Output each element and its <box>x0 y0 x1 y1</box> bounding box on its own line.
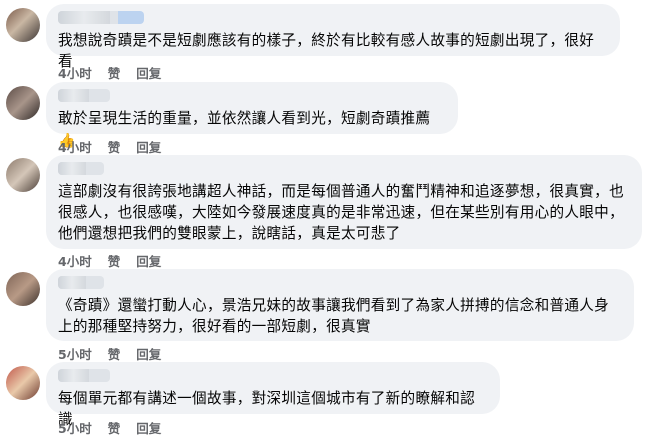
comment-text: 這部劇沒有很誇張地講超人神話，而是每個普通人的奮鬥精神和追逐夢想，很真實，也很感… <box>58 183 624 242</box>
comment-time[interactable]: 4小时 <box>58 63 92 82</box>
like-button[interactable]: 赞 <box>108 344 121 363</box>
reply-button[interactable]: 回复 <box>136 418 161 437</box>
comment-bubble: 每個單元都有講述一個故事，對深圳這個城市有了新的瞭解和認識 <box>46 362 500 428</box>
comment-bubble: 《奇蹟》還蠻打動人心，景浩兄妹的故事讓我們看到了為家人拼搏的信念和普通人身上的那… <box>46 269 634 341</box>
reply-button[interactable]: 回复 <box>136 63 161 82</box>
comment-actions: 5小时 赞 回复 <box>58 418 161 437</box>
like-button[interactable]: 赞 <box>108 137 121 156</box>
like-button[interactable]: 赞 <box>108 63 121 82</box>
reply-button[interactable]: 回复 <box>136 344 161 363</box>
commenter-name-blurred[interactable] <box>58 162 104 175</box>
comment-actions: 4小时 赞 回复 <box>58 251 161 270</box>
commenter-name-blurred[interactable] <box>58 276 104 289</box>
comment-time[interactable]: 4小时 <box>58 251 92 270</box>
comment-bubble: 我想說奇蹟是不是短劇應該有的樣子，終於有比較有感人故事的短劇出現了，很好看 <box>46 4 620 70</box>
comment-time[interactable]: 5小时 <box>58 344 92 363</box>
commenter-name-blurred[interactable] <box>58 369 110 382</box>
comment-text: 《奇蹟》還蠻打動人心，景浩兄妹的故事讓我們看到了為家人拼搏的信念和普通人身上的那… <box>58 297 610 335</box>
comment-actions: 4小时 赞 回复 <box>58 63 161 82</box>
avatar[interactable] <box>6 366 40 400</box>
avatar[interactable] <box>6 158 40 192</box>
comment-time[interactable]: 4小时 <box>58 137 92 156</box>
like-button[interactable]: 赞 <box>108 251 121 270</box>
comment-bubble: 敢於呈現生活的重量，並依然讓人看到光，短劇奇蹟推薦 👍 <box>46 82 458 149</box>
avatar[interactable] <box>6 272 40 306</box>
avatar[interactable] <box>6 86 40 120</box>
reply-button[interactable]: 回复 <box>136 137 161 156</box>
comment-text-body: 敢於呈現生活的重量，並依然讓人看到光，短劇奇蹟推薦 <box>58 110 431 127</box>
comment-actions: 4小时 赞 回复 <box>58 137 161 156</box>
reply-button[interactable]: 回复 <box>136 251 161 270</box>
comment-bubble: 這部劇沒有很誇張地講超人神話，而是每個普通人的奮鬥精神和追逐夢想，很真實，也很感… <box>46 155 642 249</box>
comment-actions: 5小时 赞 回复 <box>58 344 161 363</box>
commenter-name-blurred[interactable] <box>58 89 110 102</box>
avatar[interactable] <box>6 8 40 42</box>
like-button[interactable]: 赞 <box>108 418 121 437</box>
comment-time[interactable]: 5小时 <box>58 418 92 437</box>
commenter-name-blurred[interactable] <box>58 11 144 24</box>
